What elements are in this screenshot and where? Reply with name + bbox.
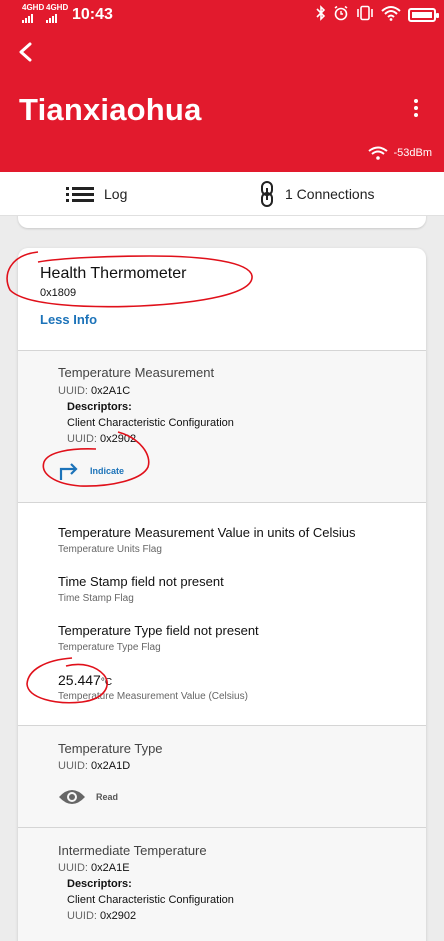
temperature-value: 25.447: [58, 672, 101, 688]
page-title: Tianxiaohua: [19, 92, 202, 127]
characteristic-uuid: UUID: 0x2A1E: [58, 862, 130, 874]
wifi-icon: [381, 5, 401, 25]
tab-log[interactable]: Log: [66, 172, 127, 216]
characteristic-temperature-measurement[interactable]: Temperature Measurement UUID: 0x2A1C Des…: [18, 350, 426, 502]
characteristic-intermediate-temperature[interactable]: Intermediate Temperature UUID: 0x2A1E De…: [18, 827, 426, 941]
more-menu-button[interactable]: [408, 96, 424, 122]
alarm-icon: [333, 5, 349, 25]
descriptor-name: Client Characteristic Configuration: [67, 894, 234, 906]
rssi-value: -53dBm: [393, 147, 432, 159]
bluetooth-icon: [316, 5, 326, 25]
tab-connections-label: 1 Connections: [285, 186, 375, 202]
battery-icon: [408, 8, 439, 22]
field-label: Temperature Type Flag: [58, 642, 161, 653]
wifi-signal-icon: [368, 146, 389, 160]
indicate-label: Indicate: [90, 466, 125, 476]
characteristic-uuid: UUID: 0x2A1D: [58, 760, 131, 772]
field-value: Time Stamp field not present: [58, 574, 224, 589]
clock: 10:43: [72, 6, 113, 23]
field-label: Temperature Units Flag: [58, 544, 162, 555]
app-header: 4GHD 4GHD 10:43 Tianxiaohua -53dBm: [0, 0, 444, 172]
descriptor-name: Client Characteristic Configuration: [67, 417, 234, 429]
characteristic-name: Temperature Type: [58, 741, 163, 756]
service-uuid: 0x1809: [40, 287, 77, 299]
status-bar: 4GHD 4GHD 10:43: [0, 0, 444, 30]
rssi-indicator: -53dBm: [368, 146, 432, 160]
back-button[interactable]: [14, 36, 42, 68]
indicate-button[interactable]: Indicate: [58, 461, 124, 481]
signal-1-icon: 4GHD: [22, 4, 44, 23]
read-label: Read: [96, 792, 119, 802]
temperature-unit: °C: [100, 677, 113, 688]
descriptors-label: Descriptors:: [67, 401, 132, 413]
service-card: Health Thermometer 0x1809 Less Info Temp…: [18, 248, 426, 941]
tab-log-label: Log: [104, 186, 128, 202]
arrow-back-icon: [19, 42, 32, 62]
field-value: Temperature Measurement Value in units o…: [58, 525, 356, 540]
characteristic-value-fields: Temperature Measurement Value in units o…: [18, 502, 426, 725]
temperature-reading: 25.447°C: [58, 672, 112, 688]
characteristic-name: Temperature Measurement: [58, 365, 215, 380]
less-info-link[interactable]: Less Info: [40, 312, 97, 327]
signal-2-icon: 4GHD: [46, 4, 68, 23]
list-icon: [66, 187, 94, 202]
read-button[interactable]: Read: [58, 788, 118, 806]
eye-icon: [59, 790, 85, 804]
tab-connections[interactable]: 1 Connections: [259, 172, 375, 216]
previous-service-card: [18, 216, 426, 228]
characteristic-uuid: UUID: 0x2A1C: [58, 385, 131, 397]
characteristic-temperature-type[interactable]: Temperature Type UUID: 0x2A1D Read: [18, 725, 426, 827]
descriptor-uuid: UUID: 0x2902: [67, 433, 137, 445]
characteristic-name: Intermediate Temperature: [58, 843, 207, 858]
indicate-arrow-icon: [59, 463, 78, 480]
link-icon: [261, 181, 273, 207]
descriptor-uuid: UUID: 0x2902: [67, 910, 137, 922]
services-list[interactable]: Health Thermometer 0x1809 Less Info Temp…: [0, 216, 444, 941]
vibrate-icon: [356, 5, 374, 25]
temperature-label: Temperature Measurement Value (Celsius): [58, 691, 248, 702]
service-name: Health Thermometer: [40, 265, 187, 282]
field-value: Temperature Type field not present: [58, 623, 259, 638]
field-label: Time Stamp Flag: [58, 593, 134, 604]
tab-bar: Log 1 Connections: [0, 172, 444, 216]
signal-1-label: 4GHD: [22, 3, 45, 12]
signal-2-label: 4GHD: [46, 3, 69, 12]
descriptors-label: Descriptors:: [67, 878, 132, 890]
